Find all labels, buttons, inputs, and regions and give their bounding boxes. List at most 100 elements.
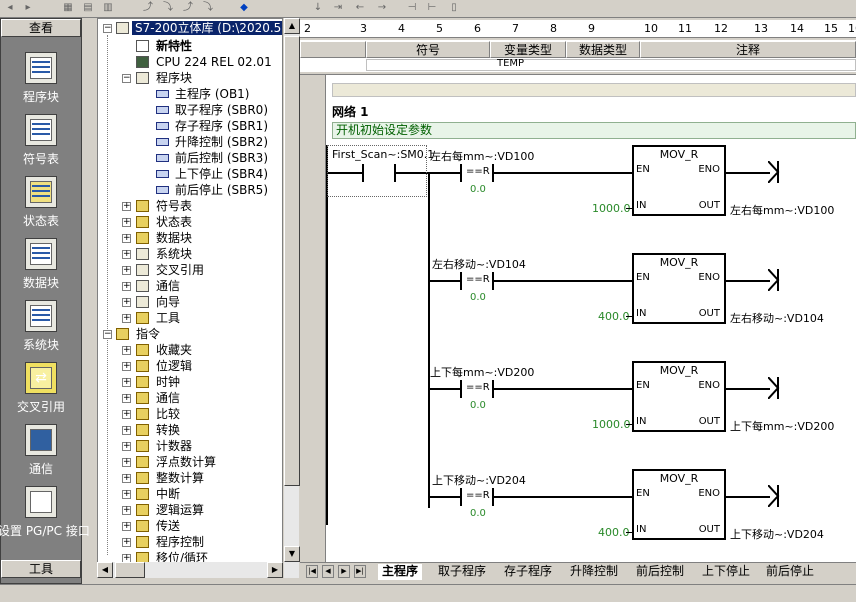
expand-icon[interactable]: + — [122, 250, 131, 259]
tab-sbr1[interactable]: 存子程序 — [500, 564, 556, 580]
expand-icon[interactable]: + — [122, 506, 131, 515]
expand-icon[interactable]: + — [122, 266, 131, 275]
collapse-icon[interactable]: − — [103, 330, 112, 339]
expand-icon[interactable]: + — [122, 474, 131, 483]
toolbar-button[interactable]: ← — [352, 1, 368, 15]
nav-system-block[interactable]: 系统块 — [0, 300, 82, 353]
nav-symbol-table[interactable]: 符号表 — [0, 114, 82, 167]
tree-vertical-scrollbar[interactable]: ▲ ▼ — [283, 18, 300, 578]
tree-root-label: S7-200立体库 (D:\2020.5.14 — [135, 21, 282, 35]
nav-set-pgpc-interface[interactable]: 设置 PG/PC 接口 — [0, 486, 90, 539]
tab-sbr5[interactable]: 前后停止 — [762, 564, 818, 580]
nav-program-block[interactable]: 程序块 — [0, 52, 82, 105]
tree-horizontal-scrollbar[interactable]: ◀ ▶ — [97, 562, 283, 578]
nav-communication[interactable]: 通信 — [0, 424, 82, 477]
column-header-symbol[interactable]: 符号 — [366, 41, 490, 58]
expand-icon[interactable]: + — [122, 234, 131, 243]
folder-icon — [136, 216, 149, 228]
mov-r-box[interactable]: MOV_R EN ENO IN OUT — [632, 469, 726, 540]
mov-r-box[interactable]: MOV_R EN ENO IN OUT — [632, 361, 726, 432]
nav-view-header[interactable]: 查看 — [1, 19, 81, 37]
toolbar-button[interactable]: ◆ — [236, 1, 252, 15]
tab-sbr0[interactable]: 取子程序 — [434, 564, 490, 580]
expand-icon[interactable]: + — [122, 378, 131, 387]
toolbar-button[interactable]: ⊣ — [404, 1, 420, 15]
tab-sbr2[interactable]: 升降控制 — [566, 564, 622, 580]
toolbar-button[interactable]: → — [374, 1, 390, 15]
column-header-data-type[interactable]: 数据类型 — [566, 41, 640, 58]
mov-r-box[interactable]: MOV_R EN ENO IN OUT — [632, 145, 726, 216]
tree-label: 逻辑运算 — [156, 503, 205, 517]
scroll-left-icon[interactable]: ◀ — [97, 562, 113, 578]
first-tab-icon[interactable]: |◀ — [306, 565, 318, 578]
nav-tools-header[interactable]: 工具 — [1, 560, 81, 578]
next-tab-icon[interactable]: ▶ — [338, 565, 350, 578]
expand-icon[interactable]: + — [122, 362, 131, 371]
tab-sbr3[interactable]: 前后控制 — [632, 564, 688, 580]
tab-sbr4[interactable]: 上下停止 — [698, 564, 754, 580]
expand-icon[interactable]: + — [122, 458, 131, 467]
toolbar-button[interactable]: ▯ — [446, 1, 462, 15]
scroll-up-icon[interactable]: ▲ — [284, 18, 300, 34]
toolbar-button[interactable]: ⤴ — [140, 1, 156, 15]
last-tab-icon[interactable]: ▶| — [354, 565, 366, 578]
ladder-editor[interactable]: 网络 1 开机初始设定参数 First_Scan~:SM0.1 左右每mm~:V… — [300, 74, 856, 563]
status-bar — [0, 584, 856, 602]
collapse-icon[interactable]: − — [122, 74, 131, 83]
toolbar-button[interactable]: ▤ — [80, 1, 96, 15]
table-row[interactable]: TEMP — [366, 58, 856, 71]
toolbar-button[interactable]: ⤵ — [200, 1, 216, 15]
expand-icon[interactable]: + — [122, 218, 131, 227]
compare-op: ==R — [466, 382, 490, 393]
expand-icon[interactable]: + — [122, 426, 131, 435]
toolbar-button[interactable]: ◂ — [2, 1, 18, 15]
rung-wire — [626, 316, 632, 317]
program-comment-bar[interactable] — [332, 83, 856, 97]
toolbar-button[interactable]: ⇥ — [330, 1, 346, 15]
scroll-right-icon[interactable]: ▶ — [267, 562, 283, 578]
nav-cross-reference[interactable]: ⇄ 交叉引用 — [0, 362, 82, 415]
expand-icon[interactable]: + — [122, 442, 131, 451]
column-header-var-type[interactable]: 变量类型 — [490, 41, 566, 58]
tab-main[interactable]: 主程序 — [378, 564, 423, 580]
toolbar-button[interactable]: ▥ — [100, 1, 116, 15]
toolbar-button[interactable]: ⊢ — [424, 1, 440, 15]
expand-icon[interactable]: + — [122, 282, 131, 291]
prev-tab-icon[interactable]: ◀ — [322, 565, 334, 578]
expand-icon[interactable]: + — [122, 522, 131, 531]
network-title[interactable]: 网络 1 — [332, 103, 369, 120]
communication-icon — [25, 424, 57, 456]
toolbar-button[interactable]: ↓ — [310, 1, 326, 15]
tree-label: 存子程序 (SBR1) — [175, 119, 269, 133]
rung-end-arrow-icon — [768, 161, 780, 183]
expand-icon[interactable]: + — [122, 394, 131, 403]
var-type-cell: TEMP — [497, 58, 525, 69]
toolbar-button[interactable]: ⤴ — [180, 1, 196, 15]
tree-label: 比较 — [156, 407, 181, 421]
expand-icon[interactable]: + — [122, 490, 131, 499]
collapse-icon[interactable]: − — [103, 24, 112, 33]
expand-icon[interactable]: + — [122, 202, 131, 211]
program-block-icon — [25, 52, 57, 84]
expand-icon[interactable]: + — [122, 410, 131, 419]
nav-data-block[interactable]: 数据块 — [0, 238, 82, 291]
tree-label: 升降控制 (SBR2) — [175, 135, 269, 149]
scroll-thumb[interactable] — [284, 36, 300, 486]
network-comment[interactable]: 开机初始设定参数 — [332, 122, 856, 139]
toolbar-button[interactable]: ▦ — [60, 1, 76, 15]
folder-icon — [136, 488, 149, 500]
toolbar-button[interactable]: ⤵ — [160, 1, 176, 15]
scroll-thumb[interactable] — [115, 562, 145, 578]
tree-label: 状态表 — [156, 215, 193, 229]
toolbar-button[interactable]: ▸ — [20, 1, 36, 15]
box-title: MOV_R — [659, 472, 699, 485]
expand-icon[interactable]: + — [122, 298, 131, 307]
scroll-down-icon[interactable]: ▼ — [284, 546, 300, 562]
column-header-comment[interactable]: 注释 — [640, 41, 856, 58]
expand-icon[interactable]: + — [122, 346, 131, 355]
help-icon — [136, 40, 149, 52]
nav-status-table[interactable]: 状态表 — [0, 176, 82, 229]
mov-r-box[interactable]: MOV_R EN ENO IN OUT — [632, 253, 726, 324]
expand-icon[interactable]: + — [122, 314, 131, 323]
expand-icon[interactable]: + — [122, 538, 131, 547]
